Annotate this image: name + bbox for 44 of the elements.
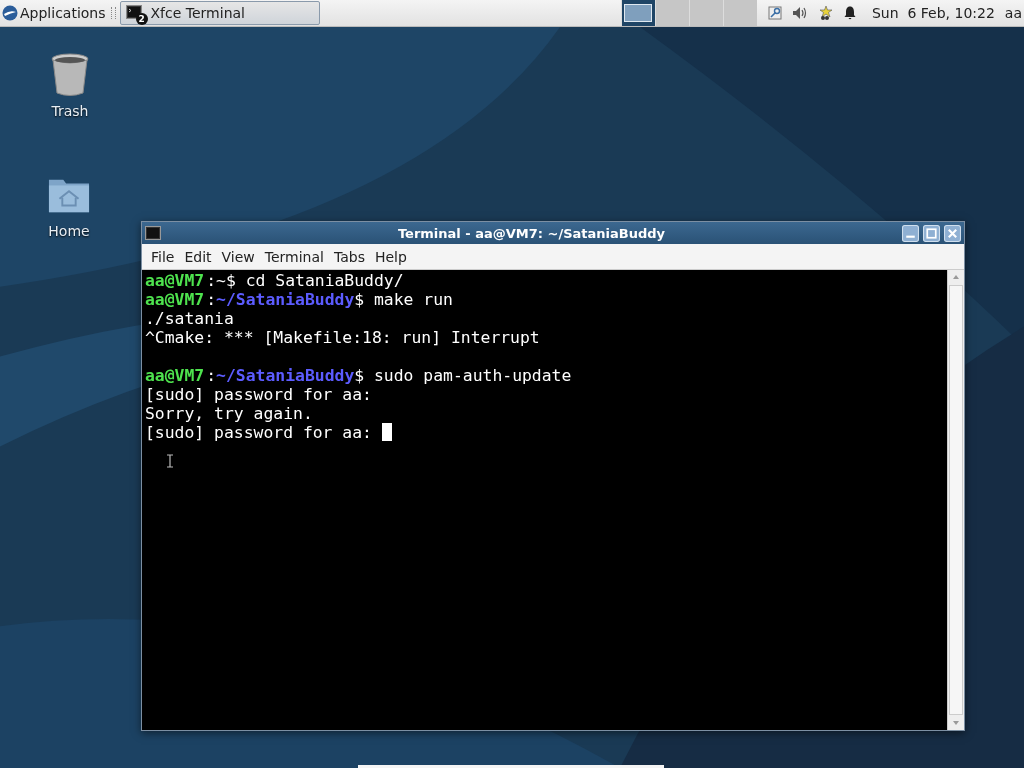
trash-icon xyxy=(49,53,91,97)
terminal-text: :~$ cd SataniaBuddy/ xyxy=(206,271,404,290)
workspace-thumbnail[interactable] xyxy=(654,0,689,26)
terminal-icon xyxy=(145,225,161,241)
taskbar-button[interactable]: 2 Xfce Terminal xyxy=(119,1,320,25)
terminal-icon xyxy=(125,4,142,20)
app-menu-icon xyxy=(2,5,18,21)
menu-item[interactable]: View xyxy=(216,248,260,265)
applications-menu[interactable]: Applications xyxy=(0,0,108,26)
workspace-thumbnail[interactable] xyxy=(620,0,655,26)
menu-item[interactable]: Edit xyxy=(179,248,217,265)
terminal-text: [sudo] password for aa: xyxy=(145,385,372,404)
terminal-text: : xyxy=(206,290,217,309)
mouse-pointer-icon xyxy=(166,454,174,468)
magnifier-icon[interactable] xyxy=(766,5,783,21)
maximize-icon[interactable] xyxy=(923,224,940,242)
menu-item[interactable]: Terminal xyxy=(259,248,329,265)
clock[interactable]: Sun 6 Feb, 10:22 xyxy=(871,5,995,21)
terminal-text: aa@VM7 xyxy=(145,271,205,290)
terminal-text: ./satania xyxy=(145,309,234,328)
window-title: Terminal - aa@VM7: ~/SataniaBuddy xyxy=(396,225,667,241)
desktop-icon[interactable]: Home xyxy=(24,173,114,239)
terminal-text: ~/SataniaBuddy xyxy=(216,290,355,309)
volume-icon[interactable] xyxy=(791,5,808,21)
terminal-text: $ make run xyxy=(354,290,453,309)
minimize-icon[interactable] xyxy=(902,224,919,242)
workspace-thumbnail[interactable] xyxy=(722,0,757,26)
terminal-text: ^Cmake: *** [Makefile:18: run] Interrupt xyxy=(145,328,540,347)
terminal-text: aa@VM7 xyxy=(145,290,205,309)
terminal-text: aa@VM7 xyxy=(145,366,205,385)
menu-item[interactable]: File xyxy=(146,248,180,265)
menu-item[interactable]: Tabs xyxy=(328,248,370,265)
terminal-text: [sudo] password for aa: xyxy=(145,423,373,442)
desktop-icon-label: Trash xyxy=(51,103,89,119)
menu-item[interactable]: Help xyxy=(369,248,412,265)
user-name[interactable]: aa xyxy=(1004,5,1022,21)
terminal-text: $ sudo pam-auth-update xyxy=(354,366,572,385)
close-icon[interactable] xyxy=(944,224,961,242)
desktop-icon-label: Home xyxy=(48,223,90,239)
desktop-icon[interactable]: Trash xyxy=(25,53,115,119)
terminal-text: : xyxy=(206,366,217,385)
terminal-text: Sorry, try again. xyxy=(145,404,313,423)
terminal-text: ~/SataniaBuddy xyxy=(216,366,355,385)
workspace-thumbnail[interactable] xyxy=(688,0,723,26)
